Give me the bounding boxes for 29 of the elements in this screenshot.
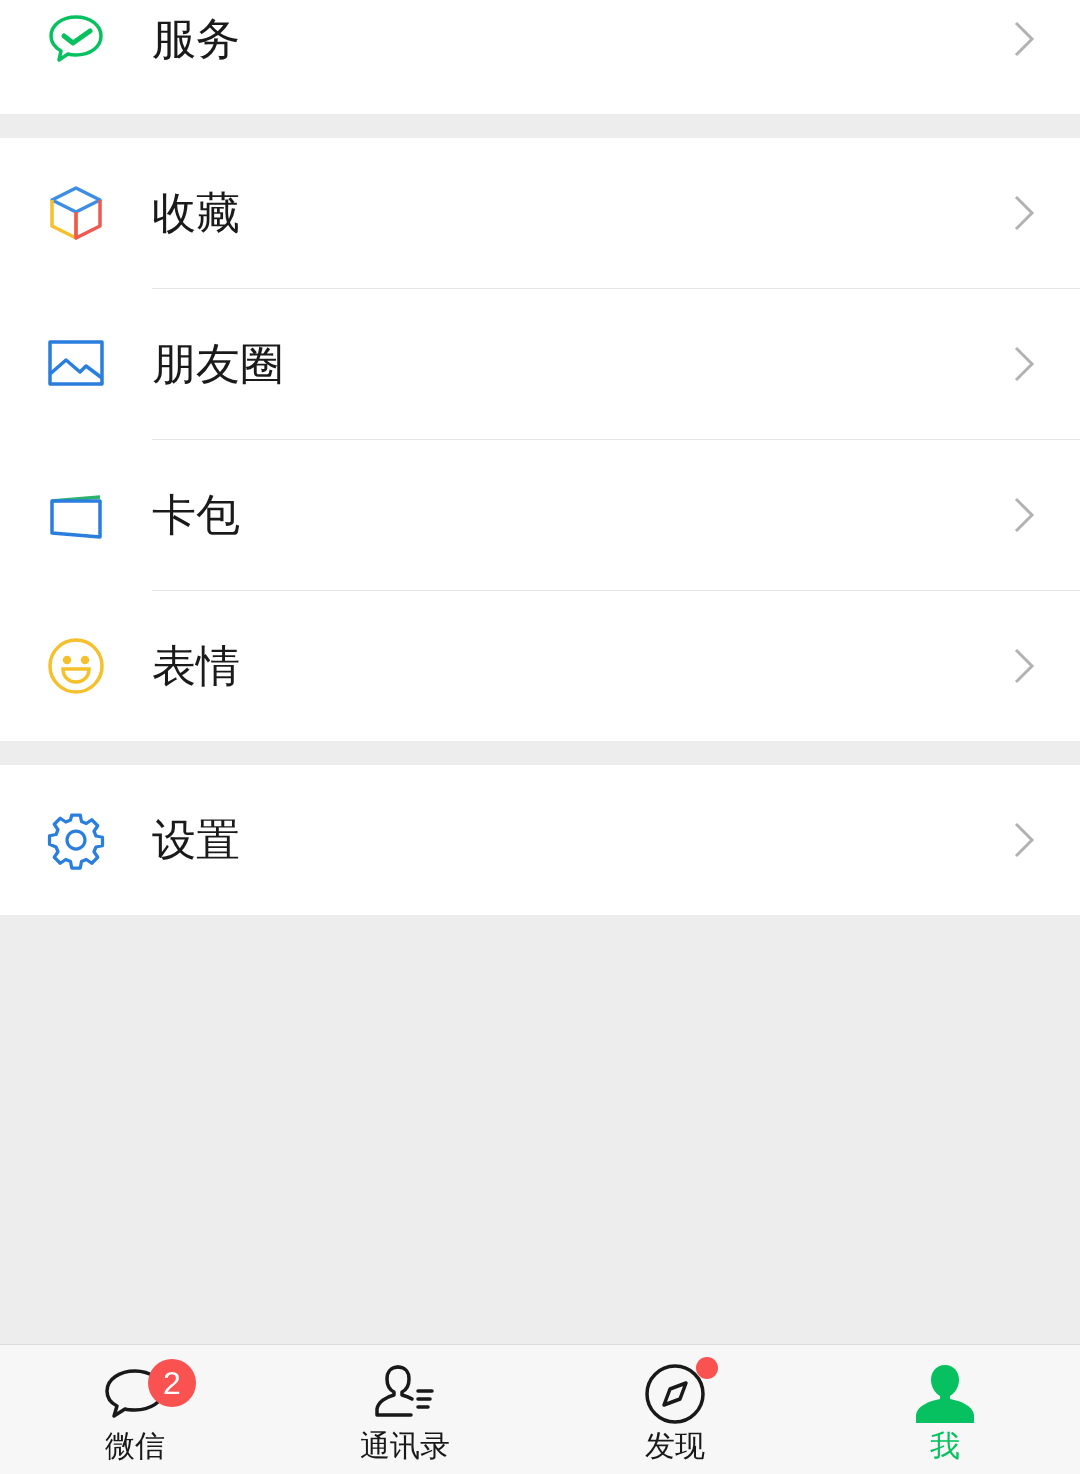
smiley-icon [46,636,106,696]
menu-item[interactable]: 收藏 [0,138,1080,288]
menu-item[interactable]: 设置 [0,765,1080,915]
menu-label: 表情 [152,640,241,692]
tab-label: 发现 [645,1431,705,1461]
tab[interactable]: 发现 [540,1345,810,1474]
compass-icon [642,1363,708,1425]
menu-item[interactable]: 表情 [0,591,1080,741]
menu-item[interactable]: 卡包 [0,440,1080,590]
tab-label: 微信 [105,1431,165,1461]
chevron-right-icon [1012,495,1036,535]
menu-item[interactable]: 服务 [0,0,1080,114]
chevron-right-icon [1012,19,1036,59]
unread-badge: 2 [148,1359,196,1407]
tab[interactable]: 2 微信 [0,1345,270,1474]
menu-label: 卡包 [152,489,241,541]
tab[interactable]: 通讯录 [270,1345,540,1474]
menu-label: 收藏 [152,187,241,239]
chevron-right-icon [1012,646,1036,686]
settings-icon [46,810,106,870]
menu-item[interactable]: 朋友圈 [0,289,1080,439]
tab-label: 我 [930,1431,960,1461]
menu-label: 朋友圈 [152,338,285,390]
chevron-right-icon [1012,344,1036,384]
menu-label: 设置 [152,814,241,866]
menu-label: 服务 [152,13,241,65]
chevron-right-icon [1012,193,1036,233]
chevron-right-icon [1012,820,1036,860]
tab-label: 通讯录 [360,1431,450,1461]
